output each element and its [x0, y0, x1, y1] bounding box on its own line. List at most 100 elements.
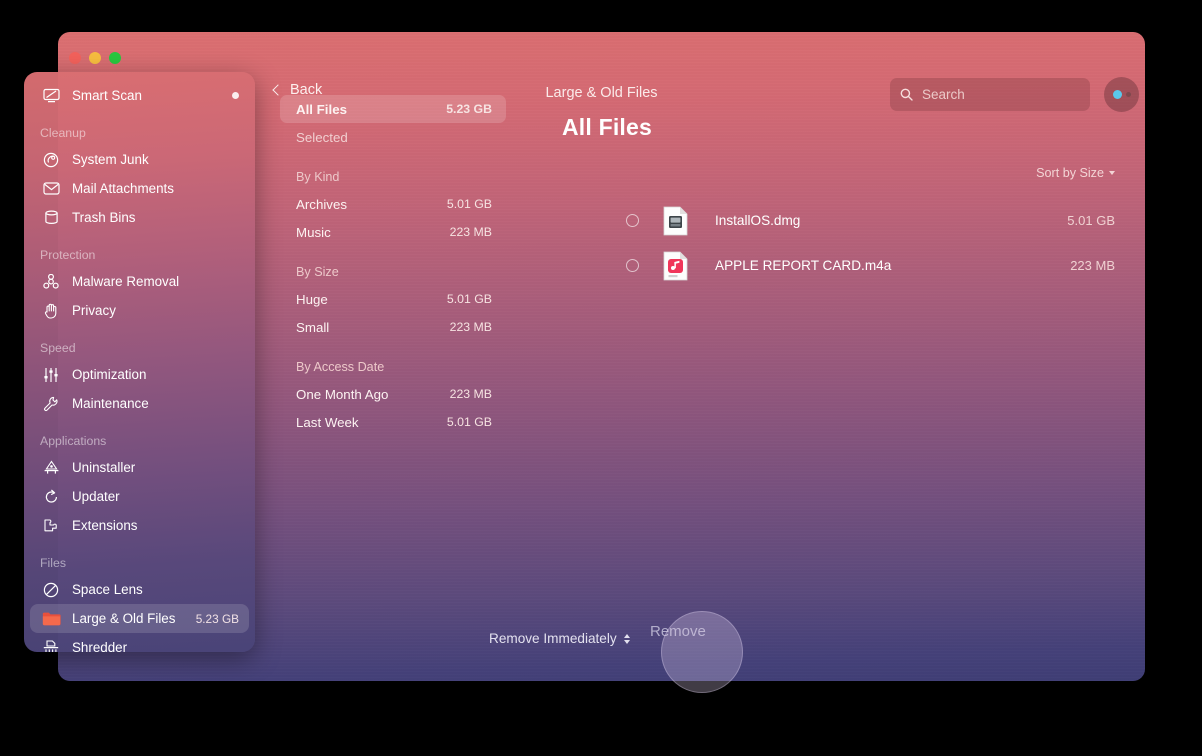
sort-row: Sort by Size: [506, 166, 1145, 180]
file-checkbox[interactable]: [626, 214, 639, 227]
sidebar-status-dot-icon: [232, 92, 239, 99]
sliders-icon: [40, 366, 62, 384]
puzzle-icon: [40, 517, 62, 535]
filter-column: All Files 5.23 GB Selected By Kind Archi…: [280, 95, 506, 436]
mail-icon: [40, 180, 62, 198]
sidebar-item-label: Maintenance: [72, 396, 149, 411]
sidebar-group-header-files: Files: [24, 554, 255, 572]
window-controls: [69, 52, 121, 64]
file-checkbox[interactable]: [626, 259, 639, 272]
screen: Back Large & Old Files All Files: [0, 0, 1202, 756]
biohazard-icon: [40, 273, 62, 291]
uninstaller-icon: [40, 459, 62, 477]
chevron-up-down-icon: [624, 634, 630, 644]
system-junk-icon: [40, 151, 62, 169]
remove-mode-select[interactable]: Remove Immediately: [489, 631, 630, 646]
filter-label: Music: [296, 225, 331, 240]
filter-item-one-month-ago[interactable]: One Month Ago 223 MB: [280, 380, 506, 408]
filter-size: 5.01 GB: [447, 415, 492, 429]
sidebar-item-label: Uninstaller: [72, 460, 135, 475]
filter-item-archives[interactable]: Archives 5.01 GB: [280, 190, 506, 218]
filter-size: 5.01 GB: [447, 292, 492, 306]
folder-icon: [40, 610, 62, 628]
sidebar-item-label: System Junk: [72, 152, 149, 167]
sidebar-item-label: Updater: [72, 489, 120, 504]
sidebar-item-label: Smart Scan: [72, 88, 142, 103]
sidebar-item-trash-bins[interactable]: Trash Bins: [30, 203, 249, 232]
sidebar-item-label: Space Lens: [72, 582, 143, 597]
sidebar-group-header-cleanup: Cleanup: [24, 124, 255, 142]
sidebar-item-label: Privacy: [72, 303, 116, 318]
filter-label: Archives: [296, 197, 347, 212]
sidebar-item-large-and-old-files[interactable]: Large & Old Files 5.23 GB: [30, 604, 249, 633]
sidebar-item-label: Optimization: [72, 367, 146, 382]
sidebar-item-updater[interactable]: Updater: [30, 482, 249, 511]
sidebar-item-mail-attachments[interactable]: Mail Attachments: [30, 174, 249, 203]
sidebar-item-maintenance[interactable]: Maintenance: [30, 389, 249, 418]
m4a-file-icon: [663, 251, 688, 281]
hand-icon: [40, 302, 62, 320]
shredder-icon: [40, 639, 62, 653]
filter-label: One Month Ago: [296, 387, 388, 402]
sidebar-item-smart-scan[interactable]: Smart Scan: [30, 81, 249, 110]
file-size: 5.01 GB: [1067, 213, 1115, 228]
filter-size: 223 MB: [450, 225, 492, 239]
maximize-button[interactable]: [109, 52, 121, 64]
filter-label: Last Week: [296, 415, 359, 430]
remove-mode-label: Remove Immediately: [489, 631, 617, 646]
filter-item-selected[interactable]: Selected: [280, 123, 506, 151]
filter-label: Huge: [296, 292, 328, 307]
filter-item-small[interactable]: Small 223 MB: [280, 313, 506, 341]
sidebar-item-label: Trash Bins: [72, 210, 136, 225]
sidebar-group-header-speed: Speed: [24, 339, 255, 357]
sidebar-item-label: Shredder: [72, 640, 127, 652]
filter-size: 5.01 GB: [447, 197, 492, 211]
sidebar-item-space-lens[interactable]: Space Lens: [30, 575, 249, 604]
filter-size: 223 MB: [450, 387, 492, 401]
file-size: 223 MB: [1070, 258, 1115, 273]
sidebar-item-system-junk[interactable]: System Junk: [30, 145, 249, 174]
filter-label: Small: [296, 320, 329, 335]
sidebar-item-extensions[interactable]: Extensions: [30, 511, 249, 540]
filter-item-last-week[interactable]: Last Week 5.01 GB: [280, 408, 506, 436]
sidebar-item-label: Extensions: [72, 518, 138, 533]
main-content: All Files Sort by Size: [506, 92, 1145, 681]
filter-size: 5.23 GB: [446, 102, 492, 116]
sidebar-item-optimization[interactable]: Optimization: [30, 360, 249, 389]
minimize-button[interactable]: [89, 52, 101, 64]
table-row[interactable]: InstallOS.dmg 5.01 GB: [506, 198, 1145, 243]
sidebar-item-uninstaller[interactable]: Uninstaller: [30, 453, 249, 482]
filter-item-huge[interactable]: Huge 5.01 GB: [280, 285, 506, 313]
close-button[interactable]: [69, 52, 81, 64]
space-lens-icon: [40, 581, 62, 599]
dmg-file-icon: [663, 206, 688, 236]
file-list: InstallOS.dmg 5.01 GB: [506, 198, 1145, 288]
trash-bin-icon: [40, 209, 62, 227]
status-dot-active-icon: [1113, 90, 1122, 99]
sidebar-item-label: Mail Attachments: [72, 181, 174, 196]
filter-group-header-by-size: By Size: [280, 259, 506, 285]
smart-scan-icon: [40, 87, 62, 105]
account-status-button[interactable]: [1104, 77, 1139, 112]
page-title: All Files: [562, 114, 1145, 141]
updater-icon: [40, 488, 62, 506]
search-box[interactable]: [890, 78, 1090, 111]
filter-size: 223 MB: [450, 320, 492, 334]
cursor-click-indicator: [661, 611, 743, 693]
sort-by-size-button[interactable]: Sort by Size: [1036, 166, 1115, 180]
sidebar-item-malware-removal[interactable]: Malware Removal: [30, 267, 249, 296]
sidebar-item-shredder[interactable]: Shredder: [30, 633, 249, 652]
sidebar-item-privacy[interactable]: Privacy: [30, 296, 249, 325]
sidebar-group-header-applications: Applications: [24, 432, 255, 450]
sidebar: Smart Scan Cleanup System Junk Mail: [24, 72, 255, 652]
filter-label: All Files: [296, 102, 347, 117]
sidebar-item-label: Large & Old Files: [72, 611, 175, 626]
filter-item-music[interactable]: Music 223 MB: [280, 218, 506, 246]
chevron-down-icon: [1109, 171, 1115, 175]
table-row[interactable]: APPLE REPORT CARD.m4a 223 MB: [506, 243, 1145, 288]
wrench-icon: [40, 395, 62, 413]
sidebar-group-header-protection: Protection: [24, 246, 255, 264]
search-icon: [900, 88, 913, 101]
sidebar-item-size: 5.23 GB: [196, 612, 239, 626]
search-input[interactable]: [922, 87, 1072, 102]
